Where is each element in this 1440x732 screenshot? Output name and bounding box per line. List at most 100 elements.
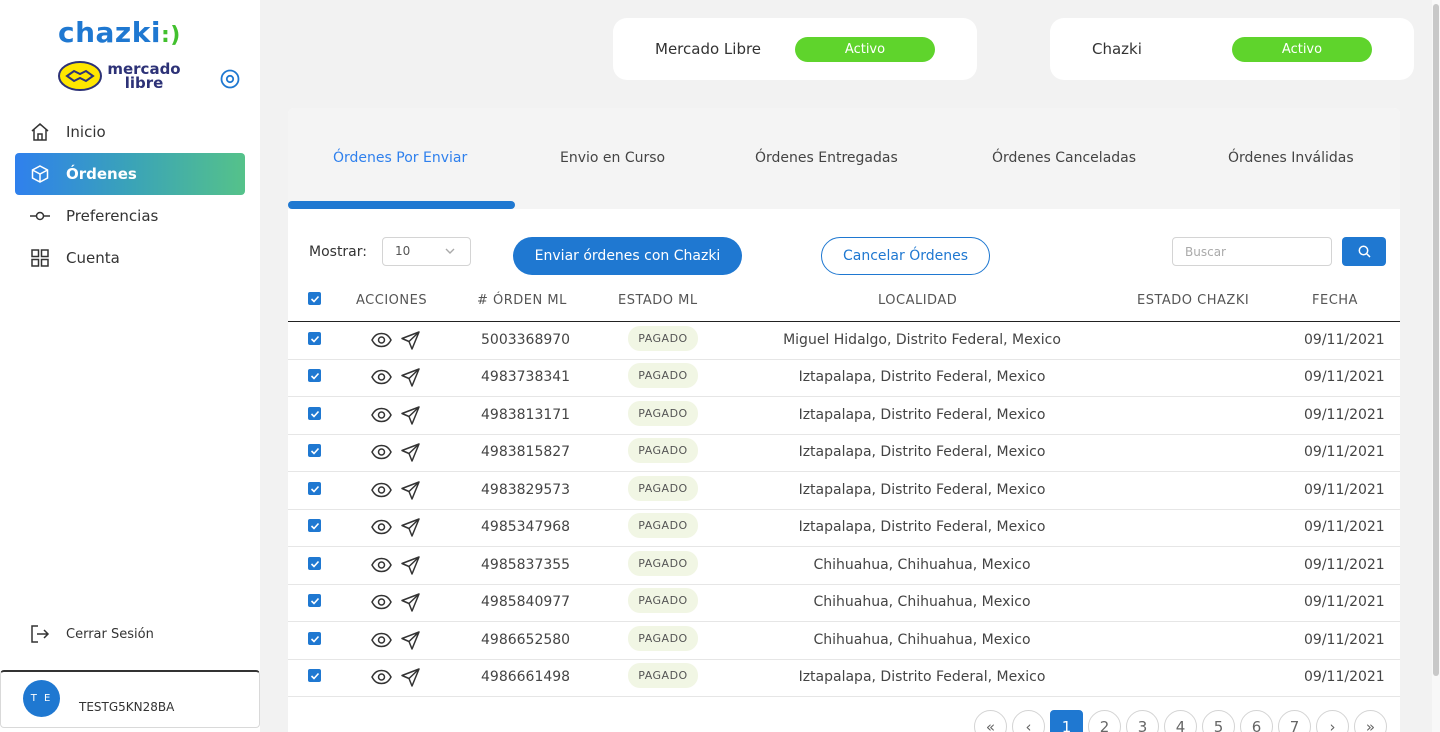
row-checkbox[interactable]: [308, 407, 321, 420]
show-label: Mostrar:: [309, 244, 367, 260]
cancel-orders-button[interactable]: Cancelar Órdenes: [821, 237, 990, 275]
pagination-page-1[interactable]: 1: [1050, 710, 1083, 732]
row-checkbox[interactable]: [308, 632, 321, 645]
order-number: 4983738341: [481, 369, 571, 385]
row-checkbox[interactable]: [308, 444, 321, 457]
eye-icon[interactable]: [371, 519, 392, 539]
send-icon[interactable]: [401, 443, 420, 466]
send-icon[interactable]: [401, 406, 420, 429]
pagination-prev[interactable]: ‹: [1012, 710, 1045, 732]
order-date: 09/11/2021: [1304, 669, 1385, 685]
send-icon[interactable]: [401, 331, 420, 354]
eye-icon[interactable]: [371, 669, 392, 689]
settings-icon[interactable]: [220, 69, 240, 89]
eye-icon[interactable]: [371, 332, 392, 352]
sidebar-item-label: Cuenta: [66, 249, 120, 267]
eye-icon[interactable]: [371, 482, 392, 502]
row-checkbox[interactable]: [308, 332, 321, 345]
order-number: 4985347968: [481, 519, 571, 535]
table-row: 5003368970 PAGADO Miguel Hidalgo, Distrito…: [288, 322, 1400, 360]
pagination-page-7[interactable]: 7: [1278, 710, 1311, 732]
tab-ordenes-entregadas[interactable]: Órdenes Entregadas: [755, 150, 898, 166]
order-date: 09/11/2021: [1304, 519, 1385, 535]
status-badge: PAGADO: [628, 551, 698, 576]
table-row: 4986652580 PAGADO Chihuahua, Chihuahua, Me…: [288, 622, 1400, 660]
user-card[interactable]: T E TESTG5KN28BA: [0, 670, 260, 728]
order-date: 09/11/2021: [1304, 444, 1385, 460]
pagination-page-4[interactable]: 4: [1164, 710, 1197, 732]
search-button[interactable]: [1342, 237, 1386, 266]
row-checkbox[interactable]: [308, 557, 321, 570]
tab-ordenes-invalidas[interactable]: Órdenes Inválidas: [1228, 150, 1354, 166]
sidebar-item-cuenta[interactable]: Cuenta: [15, 237, 245, 279]
location: Chihuahua, Chihuahua, Mexico: [813, 594, 1031, 610]
chazki-logo: chazki:): [58, 16, 181, 53]
column-header-localidad: LOCALIDAD: [878, 293, 958, 308]
grid-icon: [29, 247, 51, 269]
pagination-page-3[interactable]: 3: [1126, 710, 1159, 732]
order-number: 4986661498: [481, 669, 571, 685]
page-size-value: 10: [395, 244, 411, 258]
order-date: 09/11/2021: [1304, 332, 1385, 348]
send-orders-button[interactable]: Enviar órdenes con Chazki: [513, 237, 742, 275]
sidebar-item-inicio[interactable]: Inicio: [15, 111, 245, 153]
send-icon[interactable]: [401, 518, 420, 541]
logout-button[interactable]: Cerrar Sesión: [30, 624, 154, 644]
search-input[interactable]: [1172, 237, 1332, 266]
order-date: 09/11/2021: [1304, 632, 1385, 648]
sidebar: chazki:) mercado libre Inicio Órdenes Pr…: [0, 0, 260, 732]
sidebar-item-preferencias[interactable]: Preferencias: [15, 195, 245, 237]
pagination-page-6[interactable]: 6: [1240, 710, 1273, 732]
send-icon[interactable]: [401, 668, 420, 691]
location: Miguel Hidalgo, Distrito Federal, Mexico: [783, 332, 1061, 348]
status-badge: PAGADO: [628, 363, 698, 388]
pagination-last[interactable]: »: [1354, 710, 1387, 732]
eye-icon[interactable]: [371, 444, 392, 464]
row-checkbox[interactable]: [308, 519, 321, 532]
pagination-page-2[interactable]: 2: [1088, 710, 1121, 732]
column-header-orden: # ÓRDEN ML: [477, 293, 567, 308]
send-icon[interactable]: [401, 368, 420, 391]
page-size-select[interactable]: 10: [382, 237, 471, 266]
row-checkbox[interactable]: [308, 594, 321, 607]
status-badge: Activo: [795, 37, 935, 62]
tab-ordenes-canceladas[interactable]: Órdenes Canceladas: [992, 150, 1136, 166]
home-icon: [29, 121, 51, 143]
tab-ordenes-por-enviar[interactable]: Órdenes Por Enviar: [333, 150, 467, 166]
table-row: 4983813171 PAGADO Iztapalapa, Distrito Fed…: [288, 397, 1400, 435]
row-checkbox[interactable]: [308, 669, 321, 682]
status-badge: PAGADO: [628, 326, 698, 351]
search-icon: [1358, 245, 1371, 258]
select-all-checkbox[interactable]: [308, 292, 321, 305]
mercado-libre-text: mercado libre: [107, 60, 181, 92]
eye-icon[interactable]: [371, 369, 392, 389]
row-checkbox[interactable]: [308, 482, 321, 495]
tab-bar: Órdenes Por Enviar Envio en Curso Órdene…: [288, 108, 1400, 209]
eye-icon[interactable]: [371, 632, 392, 652]
table-row: 4985837355 PAGADO Chihuahua, Chihuahua, Me…: [288, 547, 1400, 585]
eye-icon[interactable]: [371, 407, 392, 427]
status-badge: PAGADO: [628, 401, 698, 426]
pagination-page-5[interactable]: 5: [1202, 710, 1235, 732]
send-icon[interactable]: [401, 556, 420, 579]
tab-envio-en-curso[interactable]: Envio en Curso: [560, 150, 665, 166]
location: Iztapalapa, Distrito Federal, Mexico: [798, 519, 1046, 535]
status-badge: Activo: [1232, 37, 1372, 62]
order-date: 09/11/2021: [1304, 594, 1385, 610]
eye-icon[interactable]: [371, 557, 392, 577]
send-icon[interactable]: [401, 593, 420, 616]
row-checkbox[interactable]: [308, 369, 321, 382]
column-header-estado-chazki: ESTADO CHAZKI: [1137, 293, 1250, 308]
status-badge: PAGADO: [628, 588, 698, 613]
sidebar-item-ordenes[interactable]: Órdenes: [15, 153, 245, 195]
table-row: 4983829573 PAGADO Iztapalapa, Distrito Fed…: [288, 472, 1400, 510]
order-number: 4983815827: [481, 444, 571, 460]
scrollbar-thumb[interactable]: [1433, 4, 1439, 676]
send-icon[interactable]: [401, 481, 420, 504]
location: Chihuahua, Chihuahua, Mexico: [813, 632, 1031, 648]
pagination-first[interactable]: «: [974, 710, 1007, 732]
send-icon[interactable]: [401, 631, 420, 654]
eye-icon[interactable]: [371, 594, 392, 614]
pagination-next[interactable]: ›: [1316, 710, 1349, 732]
column-header-fecha: FECHA: [1312, 293, 1358, 308]
